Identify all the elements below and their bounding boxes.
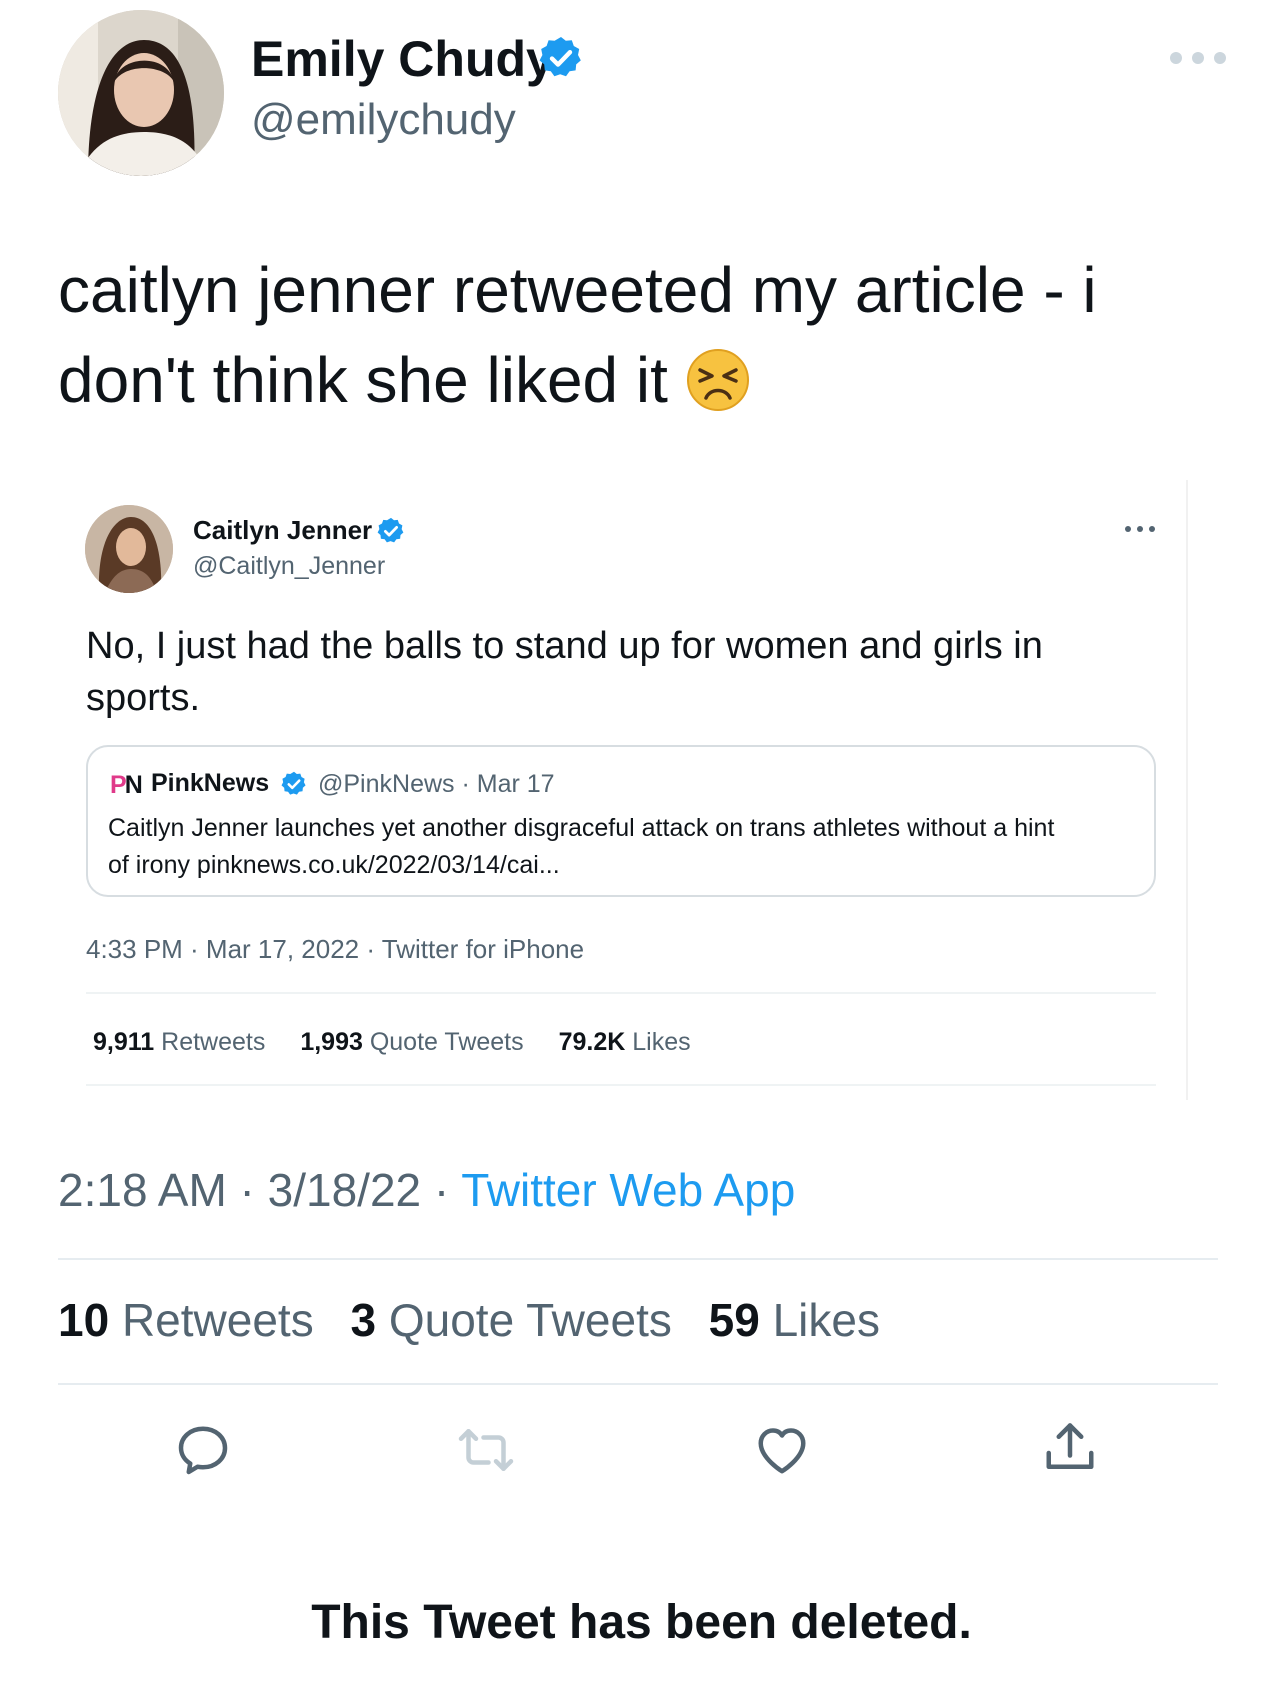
share-icon[interactable] [1040, 1418, 1100, 1478]
more-options-icon[interactable] [1168, 48, 1228, 68]
divider [58, 1258, 1218, 1260]
quoted-tweet-meta: @PinkNews · Mar 17 [318, 770, 555, 798]
author-avatar[interactable] [58, 10, 224, 176]
reply-icon[interactable] [173, 1420, 233, 1480]
embedded-tweet-line-1: No, I just had the balls to stand up for… [86, 625, 1043, 667]
embedded-quotes-label: Quote Tweets [369, 1028, 524, 1056]
embedded-author-name: Caitlyn Jenner [193, 515, 373, 545]
quote-tweets-label: Quote Tweets [388, 1294, 672, 1346]
embedded-quotes-count: 1,993 [300, 1028, 363, 1056]
embedded-verified-badge-icon [377, 517, 404, 543]
embedded-tweet-text: No, I just had the balls to stand up for… [86, 620, 1166, 724]
quoted-tweet-line-1: Caitlyn Jenner launches yet another disg… [108, 814, 1055, 842]
quoted-author-name: PinkNews [151, 769, 270, 797]
embedded-tweet-line-2: sports. [86, 677, 201, 719]
embedded-likes-count: 79.2K [558, 1028, 626, 1056]
embedded-divider [86, 992, 1156, 994]
pinknews-logo-n: N [124, 771, 143, 799]
likes-label: Likes [772, 1294, 880, 1346]
likes-count: 59 [708, 1294, 760, 1346]
embedded-more-icon [1125, 526, 1155, 532]
tweet-text-line-2: don't think she liked it [58, 335, 1238, 425]
pinknews-logo-p: P [110, 771, 127, 799]
likes-stat[interactable]: 59 Likes [709, 1294, 880, 1346]
embedded-divider-bottom [86, 1084, 1156, 1086]
embedded-tweet-timestamp: 4:33 PM · Mar 17, 2022 · Twitter for iPh… [86, 934, 585, 964]
quote-tweets-count: 3 [350, 1294, 377, 1346]
tweet-text-line-2-text: don't think she liked it [58, 344, 668, 416]
embedded-retweets-count: 9,911 [93, 1028, 155, 1056]
retweet-icon[interactable] [456, 1420, 516, 1480]
tweet-stats: 10 Retweets 3 Quote Tweets 59 Likes [58, 1293, 880, 1347]
persevering-face-emoji-icon [686, 349, 749, 411]
author-name[interactable]: Emily Chudy [251, 30, 554, 88]
embedded-author-handle: @Caitlyn_Jenner [193, 552, 386, 580]
tweet-text-line-1: caitlyn jenner retweeted my article - i [58, 254, 1097, 326]
embedded-avatar-image [85, 505, 173, 593]
tweet-text: caitlyn jenner retweeted my article - i … [58, 245, 1238, 425]
embedded-image-edge [1186, 480, 1188, 1100]
like-icon[interactable] [752, 1420, 812, 1480]
embedded-author-avatar [85, 505, 173, 593]
tweet-time-date[interactable]: 2:18 AM · 3/18/22 · [58, 1164, 461, 1216]
quote-tweets-stat[interactable]: 3 Quote Tweets [350, 1294, 671, 1346]
quoted-tweet-line-2: of irony pinknews.co.uk/2022/03/14/cai..… [108, 851, 560, 879]
verified-badge-icon [539, 37, 581, 77]
tweet-timestamp: 2:18 AM · 3/18/22 · Twitter Web App [58, 1163, 795, 1217]
divider [58, 1383, 1218, 1385]
embedded-retweets-label: Retweets [161, 1028, 266, 1056]
retweets-label: Retweets [121, 1294, 314, 1346]
embedded-likes-label: Likes [632, 1028, 691, 1056]
quoted-verified-badge-icon [281, 771, 306, 795]
retweets-count: 10 [58, 1294, 110, 1346]
quoted-tweet-text: Caitlyn Jenner launches yet another disg… [108, 810, 1138, 884]
tweet-source-app[interactable]: Twitter Web App [461, 1164, 795, 1216]
author-handle[interactable]: @emilychudy [251, 95, 516, 145]
retweets-stat[interactable]: 10 Retweets [58, 1294, 314, 1346]
deleted-notice: This Tweet has been deleted. [311, 1596, 972, 1649]
embedded-tweet-stats: 9,911 Retweets 1,993 Quote Tweets 79.2K … [93, 1028, 691, 1057]
author-avatar-image [58, 10, 224, 176]
pinknews-logo: PN [110, 771, 143, 800]
